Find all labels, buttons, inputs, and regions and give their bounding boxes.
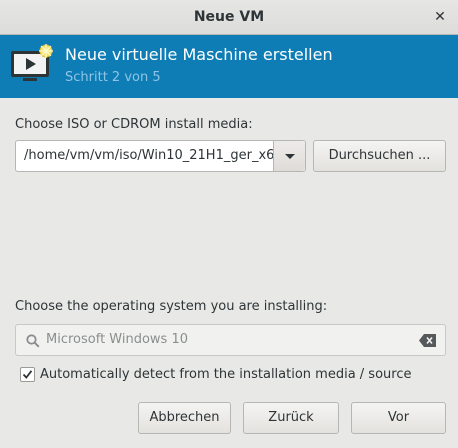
forward-button[interactable]: Vor	[351, 402, 446, 434]
wizard-banner: Neue virtuelle Maschine erstellen Schrit…	[0, 35, 458, 98]
wizard-heading: Neue virtuelle Maschine erstellen	[65, 45, 333, 64]
os-selection-label: Choose the operating system you are inst…	[15, 299, 328, 314]
os-search-input[interactable]: Microsoft Windows 10	[15, 324, 446, 356]
chevron-down-icon	[285, 154, 295, 159]
checkmark-icon	[22, 370, 33, 379]
vm-screen-icon	[9, 43, 55, 85]
install-media-path-field[interactable]: /home/vm/vm/iso/Win10_21H1_ger_x64.iso	[16, 141, 274, 171]
window-title: Neue VM	[193, 9, 265, 25]
browse-button[interactable]: Durchsuchen ...	[313, 140, 446, 172]
clear-icon[interactable]	[419, 334, 437, 347]
close-icon[interactable]: ✕	[430, 7, 450, 27]
back-button[interactable]: Zurück	[243, 402, 339, 434]
autodetect-checkbox[interactable]	[20, 367, 35, 382]
install-media-combo[interactable]: /home/vm/vm/iso/Win10_21H1_ger_x64.iso	[15, 140, 306, 172]
install-media-label: Choose ISO or CDROM install media:	[15, 117, 253, 132]
os-search-placeholder: Microsoft Windows 10	[46, 332, 188, 347]
media-dropdown-button[interactable]	[273, 141, 305, 171]
title-bar[interactable]: Neue VM ✕	[0, 0, 458, 35]
search-icon	[26, 334, 40, 348]
new-vm-dialog: Neue VM ✕ Neue virtuelle Maschine erstel…	[0, 0, 458, 448]
autodetect-label[interactable]: Automatically detect from the installati…	[40, 367, 411, 382]
cancel-button[interactable]: Abbrechen	[138, 402, 231, 434]
wizard-step-indicator: Schritt 2 von 5	[65, 70, 161, 85]
